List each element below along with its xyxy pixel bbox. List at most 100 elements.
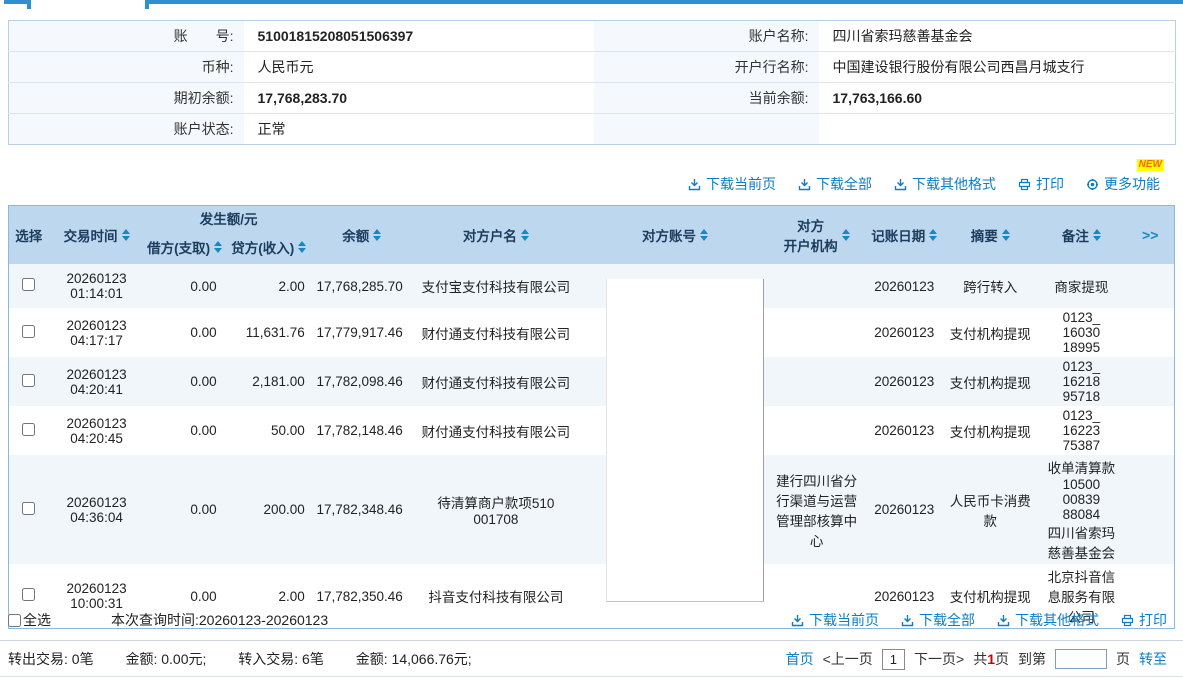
account-name-label: 账户名称: (594, 21, 819, 52)
sort-icon[interactable] (1002, 229, 1010, 241)
download-current-page-button[interactable]: 下载当前页 (791, 610, 879, 630)
row-checkbox[interactable] (22, 278, 35, 291)
download-current-page-button[interactable]: 下载当前页 (688, 174, 776, 194)
cell-debit: 0.00 (145, 406, 225, 455)
first-page-link[interactable]: 首页 (786, 649, 814, 669)
summary-stats: 转出交易: 0笔 金额: 0.00元; 转入交易: 6笔 金额: 14,066.… (8, 649, 500, 669)
header-summary[interactable]: 摘要 (944, 206, 1036, 265)
cell-party-name: 财付通支付科技有限公司 (411, 357, 581, 406)
row-checkbox[interactable] (22, 325, 35, 338)
current-page-box[interactable]: 1 (882, 649, 905, 670)
cell-summary: 支付机构提现 (944, 406, 1036, 455)
header-balance[interactable]: 余额 (313, 206, 411, 265)
sort-icon[interactable] (700, 229, 708, 241)
cell-party-bank (769, 264, 864, 308)
sort-icon[interactable] (214, 241, 222, 253)
header-debit[interactable]: 借方(支取) (145, 230, 225, 264)
new-badge: NEW (1137, 159, 1164, 171)
cell-party-name: 财付通支付科技有限公司 (411, 406, 581, 455)
tab-underline-right-tick (145, 0, 149, 9)
more-columns-link[interactable]: >> (1126, 206, 1174, 265)
download-icon (901, 614, 914, 627)
cell-remark: 收单清算款 10500 00839 88084 四川省索玛 慈善基金会 (1036, 455, 1126, 564)
header-party-account[interactable]: 对方账号 (581, 206, 769, 265)
tab-underline-right (145, 0, 1183, 4)
download-all-button[interactable]: 下载全部 (798, 174, 872, 194)
sort-icon[interactable] (521, 229, 529, 241)
header-party-name[interactable]: 对方户名 (411, 206, 581, 265)
cell-debit: 0.00 (145, 455, 225, 564)
download-icon (894, 178, 907, 191)
cell-party-bank: 建行四川省分行渠道与运营管理部核算中心 (769, 455, 864, 564)
cell-party-name: 待清算商户款项510 001708 (411, 455, 581, 564)
row-checkbox[interactable] (22, 374, 35, 387)
bank-branch-value: 中国建设银行股份有限公司西昌月城支行 (819, 52, 1176, 83)
sort-icon[interactable] (929, 229, 937, 241)
prev-page-link[interactable]: <上一页 (823, 649, 873, 669)
account-info-row: 账户状态: 正常 (9, 114, 1176, 145)
header-transaction-time[interactable]: 交易时间 (49, 206, 145, 265)
cell-transaction-time: 20260123 04:17:17 (49, 308, 145, 357)
cell-party-name: 支付宝支付科技有限公司 (411, 264, 581, 308)
gear-icon (1086, 178, 1099, 191)
row-select-cell (9, 406, 49, 455)
cell-credit: 11,631.76 (225, 308, 313, 357)
cell-transaction-time: 20260123 01:14:01 (49, 264, 145, 308)
header-select: 选择 (9, 206, 49, 265)
download-icon (791, 614, 804, 627)
download-all-button[interactable]: 下载全部 (901, 610, 975, 630)
tab-bar-remnant (0, 0, 1183, 10)
cell-balance: 17,782,098.46 (313, 357, 411, 406)
opening-balance-label: 期初余额: (9, 83, 244, 114)
sort-icon[interactable] (842, 229, 850, 241)
table-row: 20260123 04:36:04 0.00 200.00 17,782,348… (9, 455, 1175, 564)
download-other-format-label: 下载其他格式 (1015, 610, 1099, 630)
cell-debit: 0.00 (145, 357, 225, 406)
cell-party-bank (769, 357, 864, 406)
bottom-toolbar: 下载当前页 下载全部 下载其他格式 打印 (791, 610, 1167, 630)
more-functions-label: 更多功能 (1104, 174, 1160, 194)
empty-label (594, 114, 819, 145)
header-book-date[interactable]: 记账日期 (864, 206, 944, 265)
row-checkbox[interactable] (22, 423, 35, 436)
cell-book-date: 20260123 (864, 455, 944, 564)
sort-icon[interactable] (298, 241, 306, 253)
header-party-bank[interactable]: 对方 开户机构 (769, 206, 864, 265)
download-current-page-label: 下载当前页 (706, 174, 776, 194)
download-other-format-button[interactable]: 下载其他格式 (894, 174, 996, 194)
cell-more (1126, 357, 1174, 406)
top-toolbar: 下载当前页 下载全部 下载其他格式 打印 NEW 更多功能 (688, 174, 1160, 194)
next-page-link[interactable]: 下一页> (914, 649, 964, 669)
download-other-format-button[interactable]: 下载其他格式 (997, 610, 1099, 630)
select-all-checkbox[interactable] (8, 614, 21, 627)
bank-branch-label: 开户行名称: (594, 52, 819, 83)
account-info-table: 账 号: 51001815208051506397 账户名称: 四川省索玛慈善基… (8, 20, 1176, 145)
print-button[interactable]: 打印 (1018, 174, 1064, 194)
row-select-cell (9, 264, 49, 308)
sort-icon[interactable] (1093, 229, 1101, 241)
sort-icon[interactable] (122, 229, 130, 241)
outgoing-count: 转出交易: 0笔 (8, 651, 94, 667)
goto-page-input[interactable] (1055, 649, 1107, 669)
print-label: 打印 (1139, 610, 1167, 630)
account-name-value: 四川省索玛慈善基金会 (819, 21, 1176, 52)
account-info-row: 账 号: 51001815208051506397 账户名称: 四川省索玛慈善基… (9, 21, 1176, 52)
table-row: 20260123 04:17:17 0.00 11,631.76 17,779,… (9, 308, 1175, 357)
total-pages-text: 共1页 (973, 649, 1009, 669)
goto-page-button[interactable]: 转至 (1139, 649, 1167, 669)
row-select-cell (9, 357, 49, 406)
cell-balance: 17,779,917.46 (313, 308, 411, 357)
footer-bar: 转出交易: 0笔 金额: 0.00元; 转入交易: 6笔 金额: 14,066.… (8, 642, 1175, 676)
print-button[interactable]: 打印 (1121, 610, 1167, 630)
row-checkbox[interactable] (22, 588, 35, 601)
header-remark[interactable]: 备注 (1036, 206, 1126, 265)
pagination: 首页 <上一页 1 下一页> 共1页 到第 页 转至 (786, 649, 1167, 670)
sort-icon[interactable] (373, 229, 381, 241)
header-credit[interactable]: 贷方(收入) (225, 230, 313, 264)
cell-summary: 跨行转入 (944, 264, 1036, 308)
more-functions-button[interactable]: NEW 更多功能 (1086, 174, 1160, 194)
cell-party-name: 财付通支付科技有限公司 (411, 308, 581, 357)
cell-remark: 0123_ 16218 95718 (1036, 357, 1126, 406)
row-checkbox[interactable] (22, 502, 35, 515)
row-select-cell (9, 455, 49, 564)
